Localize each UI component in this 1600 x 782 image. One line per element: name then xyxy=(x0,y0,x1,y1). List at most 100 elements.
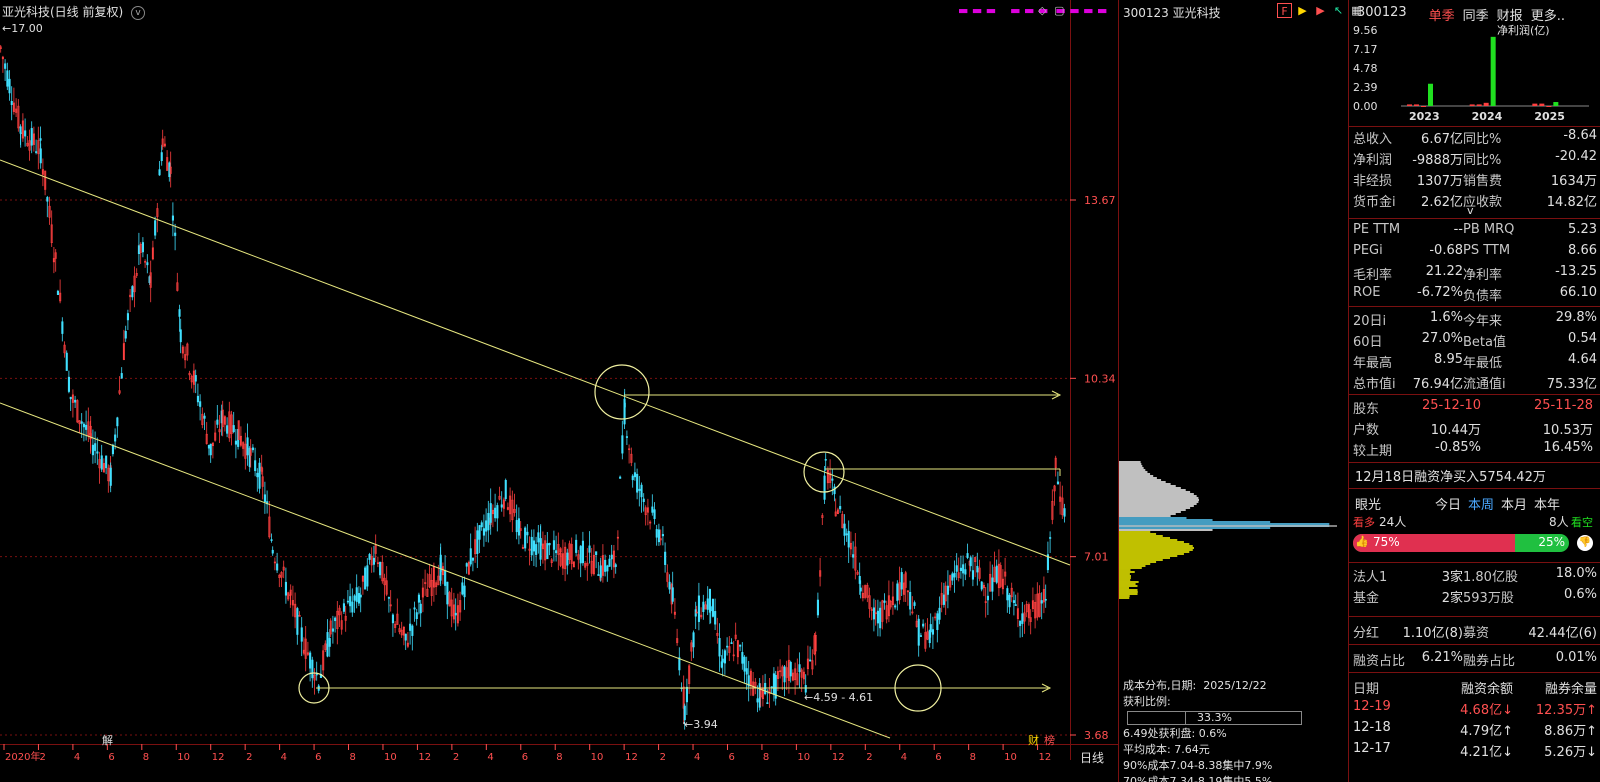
candle-body xyxy=(518,519,520,536)
candle-body xyxy=(110,468,112,485)
time-label: 12 xyxy=(418,752,431,763)
info-cell: 总收入 xyxy=(1353,128,1401,148)
candle-body xyxy=(464,586,466,597)
candle-body xyxy=(4,64,6,69)
info-cell: -13.25 xyxy=(1519,264,1597,284)
candle-body xyxy=(909,592,911,609)
candle-body xyxy=(488,513,490,530)
info-cell: -9888万 xyxy=(1401,149,1463,169)
candle-body xyxy=(894,606,896,607)
candle-body xyxy=(420,604,422,613)
time-label: 10 xyxy=(384,752,397,763)
chevron-down-icon[interactable]: v xyxy=(131,6,145,20)
candle-body xyxy=(208,445,210,448)
kline-chart[interactable]: 13.67 10.34 7.01 3.68 2020年 2 4 6 8 10 12 2 4 6 8 10 12 2… xyxy=(0,0,1118,782)
range-marker: ←4.59 - 4.61 xyxy=(804,691,873,704)
candle-body xyxy=(693,633,695,647)
candle-body xyxy=(418,595,420,602)
diamond-icon[interactable]: ◇ xyxy=(1038,4,1046,17)
candle-body xyxy=(1019,621,1021,626)
candle-body xyxy=(607,566,609,571)
candle-body xyxy=(47,197,49,201)
candle-body xyxy=(477,531,479,554)
kline-svg[interactable]: 13.6710.347.013.682020年2 4 6 8 10 12 2 4 6 8 10 12 2… xyxy=(0,0,1118,782)
candle-body xyxy=(641,485,643,497)
info-cell: 今年来 xyxy=(1463,310,1519,330)
candle-body xyxy=(956,566,958,572)
margin-news[interactable]: 12月18日融资净买入5754.42万 xyxy=(1355,466,1546,485)
candle-body xyxy=(485,521,487,532)
info-row: 60日 27.0% Beta值 0.54 xyxy=(1353,331,1597,351)
candle-body xyxy=(712,599,714,616)
candle-body xyxy=(159,170,161,175)
candle-body xyxy=(414,608,416,609)
profit-bar xyxy=(1477,104,1482,106)
candle-body xyxy=(943,595,945,605)
info-cell: 1634万 xyxy=(1519,170,1597,190)
chart-title: 亚光科技(日线 前复权) v xyxy=(2,3,145,20)
info-cell: -0.68 xyxy=(1401,243,1463,263)
margin-fin: 4.21亿↓ xyxy=(1433,741,1513,761)
candle-body xyxy=(707,599,709,610)
candle-body xyxy=(172,216,174,220)
section-divider xyxy=(1349,562,1600,563)
section-divider xyxy=(1349,616,1600,617)
candle-body xyxy=(210,444,212,455)
info-row: 法人1 3家 1.80亿股 18.0% xyxy=(1353,566,1597,586)
candle-body xyxy=(703,602,705,612)
info-cell: 年最低 xyxy=(1463,352,1519,372)
candle-body xyxy=(179,310,181,317)
info-cell: 1.80亿股 xyxy=(1463,566,1519,586)
candle-body xyxy=(360,595,362,597)
info-cell: -6.72% xyxy=(1401,285,1463,305)
time-label: 2 xyxy=(453,752,459,763)
candle-body xyxy=(373,558,375,564)
candle-body xyxy=(354,596,356,601)
info-cell: -20.42 xyxy=(1519,149,1597,169)
candle-body xyxy=(501,505,503,507)
candle-body xyxy=(379,562,381,575)
eye-tab-0[interactable]: 今日 xyxy=(1435,494,1461,513)
candle-body xyxy=(555,551,557,553)
candle-body xyxy=(174,233,176,236)
candle-body xyxy=(832,479,834,480)
candle-body xyxy=(947,586,949,594)
candle-body xyxy=(497,505,499,518)
profit-bar xyxy=(1491,37,1496,106)
info-cell: 销售费 xyxy=(1463,170,1519,190)
info-cell: 0.54 xyxy=(1519,331,1597,351)
price-label: 10.34 xyxy=(1084,372,1116,385)
info-cell: 负债率 xyxy=(1463,285,1519,305)
time-label: 6 xyxy=(728,752,734,763)
candle-body xyxy=(626,437,628,438)
holder-value-1: 10.44万 xyxy=(1401,419,1481,439)
time-label: 8 xyxy=(970,752,976,763)
candle-body xyxy=(285,582,287,595)
candle-body xyxy=(879,608,881,628)
time-label: 2020年 xyxy=(5,750,40,763)
thumb-down-icon[interactable]: 👎 xyxy=(1577,535,1593,551)
eye-title: 眼光 xyxy=(1355,494,1381,513)
expand-chevron[interactable]: v xyxy=(1467,204,1474,217)
candle-body xyxy=(70,397,72,399)
eye-tab-1[interactable]: 本周 xyxy=(1468,494,1494,513)
eye-tab-3[interactable]: 本年 xyxy=(1534,494,1560,513)
candle-body xyxy=(825,459,827,460)
candle-body xyxy=(125,331,127,338)
upper-trendline xyxy=(0,160,1070,565)
eye-tab-2[interactable]: 本月 xyxy=(1501,494,1527,513)
candle-body xyxy=(790,662,792,676)
info-cell: 2.62亿 xyxy=(1401,191,1463,211)
candle-body xyxy=(254,461,256,471)
info-cell: 分红 xyxy=(1353,622,1401,642)
window-toggle-icon[interactable]: ▢ xyxy=(1054,4,1064,17)
margin-row: 12-17 4.21亿↓ 5.26万↓ xyxy=(1353,741,1597,761)
info-cell: 66.10 xyxy=(1519,285,1597,305)
price-label: 7.01 xyxy=(1084,551,1109,564)
info-cell: 非经损 xyxy=(1353,170,1401,190)
candle-body xyxy=(624,403,626,407)
candle-body xyxy=(643,499,645,502)
candle-body xyxy=(672,588,674,602)
info-cell: 0.6% xyxy=(1519,587,1597,607)
price-axis-line xyxy=(1070,0,1071,760)
